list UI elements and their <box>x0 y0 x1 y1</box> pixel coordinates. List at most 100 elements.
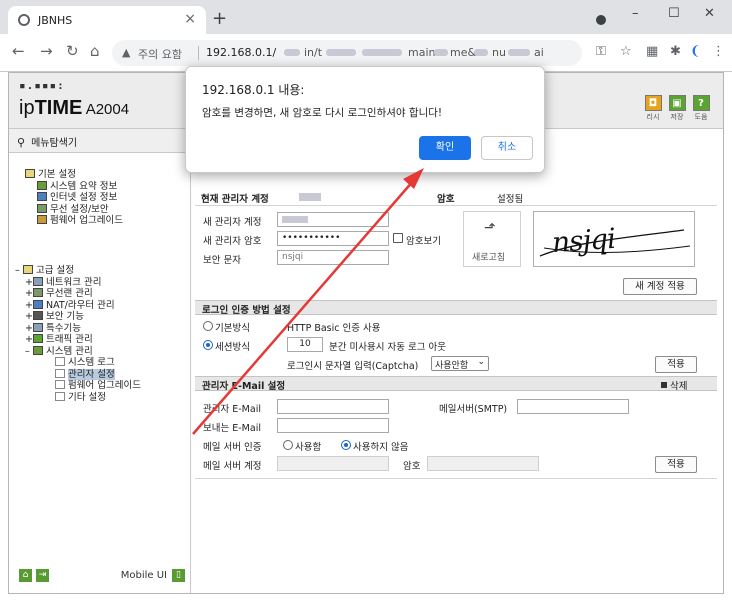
browser-tab[interactable]: JBNHS × <box>8 6 206 34</box>
tree-item-internet-info[interactable]: 인터넷 설정 정보 <box>25 192 123 204</box>
collapse-icon[interactable]: – <box>25 346 33 358</box>
mobile-ui-link[interactable]: Mobile UI <box>121 570 167 581</box>
collapse-icon[interactable]: – <box>15 265 23 277</box>
tree-item-admin-settings[interactable]: 관리자 설정 <box>15 368 141 381</box>
tree-item-wlan[interactable]: + 무선랜 관리 <box>15 288 141 300</box>
cancel-button[interactable]: 취소 <box>481 136 533 160</box>
tab-close-icon[interactable]: × <box>184 11 196 27</box>
expand-icon[interactable]: + <box>25 311 33 323</box>
url-redacted <box>326 49 356 56</box>
extensions-icon[interactable]: ✱ <box>670 44 681 59</box>
tree-item-special[interactable]: + 특수기능 <box>15 322 141 335</box>
dialog-message: 암호를 변경하면, 새 암호로 다시 로그인하셔야 합니다! <box>202 107 443 119</box>
url-text: 192.168.0.1/ <box>206 46 277 59</box>
captcha-login-select[interactable]: 사용안함 ⌄ <box>431 356 489 371</box>
tree-label: 특수기능 <box>46 322 81 334</box>
session-auth-radio[interactable] <box>203 340 213 350</box>
tree-label: 인터넷 설정 정보 <box>50 192 118 203</box>
network-icon <box>33 276 43 286</box>
logo-mark: ▪.▪▪▪: <box>19 79 65 92</box>
expand-icon[interactable]: + <box>25 288 33 300</box>
mail-auth-on-radio[interactable] <box>283 440 293 450</box>
expand-icon[interactable]: + <box>25 300 33 312</box>
back-icon[interactable]: ← <box>12 42 25 60</box>
main-panel: 현재 관리자 계정 암호 설정됨 새 관리자 계정 새 관리자 암호 •••••… <box>195 135 717 591</box>
tree-item-wireless[interactable]: 무선 설정/보안 <box>25 203 123 216</box>
tree-item-traffic[interactable]: + 트래픽 관리 <box>15 334 141 346</box>
tree-label-selected: 관리자 설정 <box>68 368 115 380</box>
tree-item-firmware-upgrade[interactable]: 펌웨어 업그레이드 <box>15 380 141 392</box>
apply-login-auth-button[interactable]: 적용 <box>655 356 697 373</box>
delete-email-button[interactable]: 삭제 <box>661 378 687 392</box>
password-status: 설정됨 <box>497 194 524 205</box>
ok-button[interactable]: 확인 <box>419 136 471 160</box>
maximize-button[interactable]: ☐ <box>668 6 680 21</box>
logout-icon[interactable]: ⇥ <box>36 569 49 582</box>
record-icon[interactable] <box>596 15 606 25</box>
new-password-input[interactable]: ••••••••••• <box>277 231 389 246</box>
captcha-input[interactable]: nsjqi <box>277 250 389 265</box>
tree-item-system-log[interactable]: 시스템 로그 <box>15 357 141 369</box>
tree-item-nat[interactable]: + NAT/라우터 관리 <box>15 299 141 312</box>
home-small-icon[interactable]: ⌂ <box>19 569 32 582</box>
captcha-label: 보안 문자 <box>203 255 241 266</box>
star-icon[interactable]: ☆ <box>620 44 632 59</box>
save-button[interactable]: ▣ 저장 <box>667 95 687 122</box>
help-label: 도움 <box>694 113 708 121</box>
tree-item-network[interactable]: + 네트워크 관리 <box>15 276 141 289</box>
home-icon[interactable]: ⌂ <box>90 42 100 60</box>
logo-model: A2004 <box>82 101 130 118</box>
admin-email-input[interactable] <box>277 399 389 414</box>
forward-icon[interactable]: → <box>40 42 53 60</box>
refresh-label: 새로고침 <box>472 253 506 263</box>
key-icon[interactable]: ⚿ <box>596 44 606 59</box>
session-minutes-input[interactable]: 10 <box>287 337 323 352</box>
restart-button[interactable]: ◘ 리시 <box>643 95 663 122</box>
apply-email-button[interactable]: 적용 <box>655 456 697 473</box>
help-icon: ? <box>692 95 710 111</box>
tree-label: 기타 설정 <box>68 391 106 403</box>
tree-item-security[interactable]: + 보안 기능 <box>15 311 141 323</box>
new-tab-button[interactable]: + <box>212 8 227 29</box>
tree-basic-settings[interactable]: 기본 설정 <box>25 169 123 181</box>
mail-auth-off-radio[interactable] <box>341 440 351 450</box>
tree-item-other-settings[interactable]: 기타 설정 <box>15 391 141 404</box>
tree-item-firmware[interactable]: 펌웨어 업그레이드 <box>25 215 123 227</box>
tree-advanced-settings[interactable]: – 고급 설정 <box>15 265 141 277</box>
smtp-input[interactable] <box>517 399 629 414</box>
tree-item-system[interactable]: – 시스템 관리 <box>15 345 141 358</box>
new-admin-input[interactable] <box>277 212 389 227</box>
expand-icon[interactable]: + <box>25 334 33 346</box>
reload-icon[interactable]: ↻ <box>66 42 79 60</box>
profile-icon[interactable]: ❨ <box>690 44 701 59</box>
help-button[interactable]: ? 도움 <box>691 95 711 122</box>
mobile-icon[interactable]: ▯ <box>172 569 185 582</box>
basic-settings-tree: 기본 설정 시스템 요약 정보 인터넷 설정 정보 무선 설정/보안 펌웨어 업… <box>25 169 123 227</box>
mail-password-input[interactable] <box>427 456 539 471</box>
mail-account-input[interactable] <box>277 456 389 471</box>
expand-icon[interactable]: + <box>25 277 33 289</box>
restart-icon: ◘ <box>644 95 662 111</box>
close-window-button[interactable]: ✕ <box>704 6 715 21</box>
url-fragment: nu <box>492 46 506 59</box>
basic-auth-radio[interactable] <box>203 321 213 331</box>
wireless-icon <box>37 203 47 213</box>
minimize-button[interactable]: – <box>632 6 639 21</box>
qr-code-icon[interactable]: ▦ <box>646 44 658 59</box>
tree-item-system-summary[interactable]: 시스템 요약 정보 <box>25 180 123 193</box>
refresh-captcha-button[interactable]: ⬏ 새로고침 <box>463 211 521 267</box>
tree-label: 펌웨어 업그레이드 <box>50 215 123 226</box>
menu-icon[interactable]: ⋮ <box>712 44 725 59</box>
security-status[interactable]: 주의 요함 <box>138 46 182 62</box>
warning-icon[interactable]: ▲ <box>122 46 130 59</box>
firmware-icon <box>37 215 47 224</box>
expand-icon[interactable]: + <box>25 323 33 335</box>
url-input[interactable]: ▲ 주의 요함 192.168.0.1/ in/t main me& nu ai <box>112 40 582 66</box>
show-password-checkbox[interactable] <box>393 233 403 243</box>
tree-label: 시스템 로그 <box>68 357 115 368</box>
wireless-icon <box>33 288 43 297</box>
tree-label: 펌웨어 업그레이드 <box>68 380 141 391</box>
sender-email-input[interactable] <box>277 418 389 433</box>
apply-new-account-button[interactable]: 새 계정 적용 <box>623 278 697 295</box>
chart-icon <box>37 180 47 190</box>
